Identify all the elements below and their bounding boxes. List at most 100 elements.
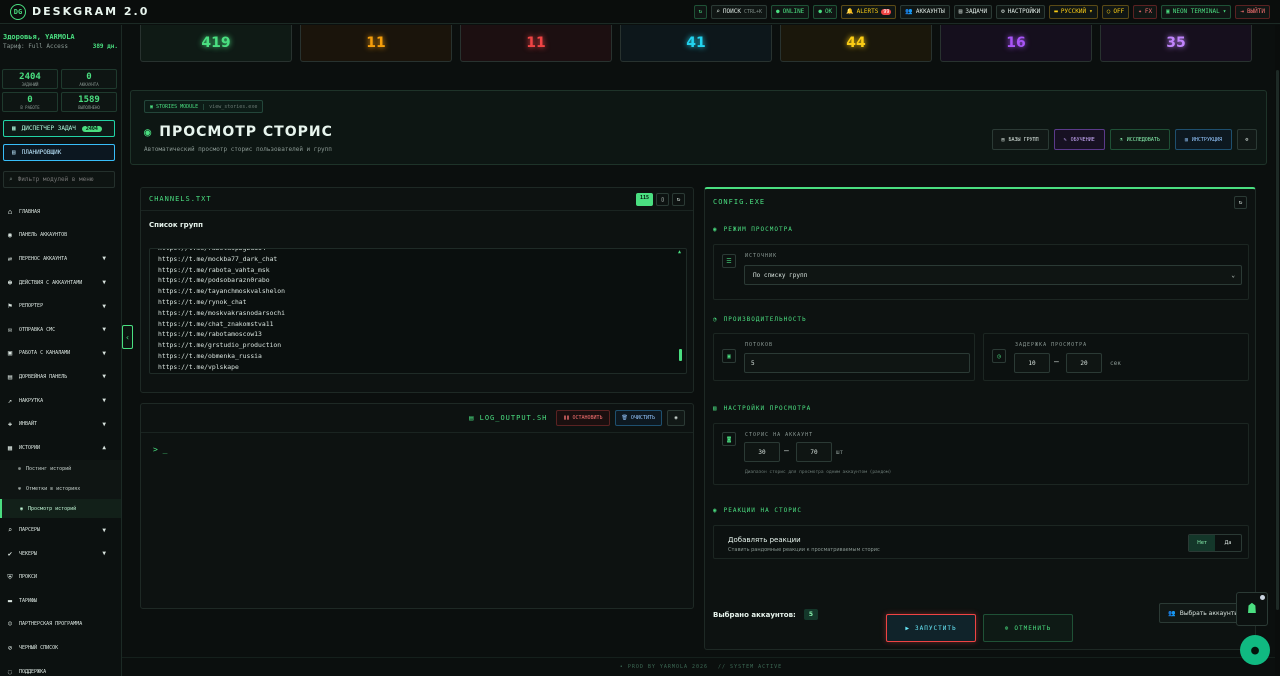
sidebar-item[interactable]: ▤ ДОРВЕЙНАЯ ПАНЕЛЬ ▼ [0, 365, 121, 389]
stories-from-input[interactable]: 30 [744, 442, 780, 462]
chevron-icon: ▼ [102, 526, 106, 534]
metrics-row: 419 11 11 41 44 16 35 [140, 25, 1252, 62]
play-icon: ▶ [905, 624, 911, 632]
settings-button[interactable]: ⚙ НАСТРОЙКИ [996, 4, 1046, 19]
metric-card: 419 [140, 25, 292, 62]
pick-accounts-button[interactable]: 👥 Выбрать аккаунты [1159, 603, 1248, 623]
refresh-icon: ↻ [676, 195, 681, 203]
logo[interactable]: DG DESKGRAM 2.0 [0, 3, 640, 20]
toggle-log-visibility-button[interactable]: ◉ [667, 410, 685, 426]
reactions-toggle[interactable]: Нет Да [1188, 534, 1242, 552]
reactions-no-option[interactable]: Нет [1189, 535, 1215, 551]
sidebar-item[interactable]: ⇄ ПЕРЕНОС АККАУНТА ▼ [0, 247, 121, 271]
reactions-yes-option[interactable]: Да [1215, 535, 1241, 551]
cancel-button[interactable]: ⊗ ОТМЕНИТЬ [983, 614, 1073, 642]
sidebar-item[interactable]: ✉ ОТПРАВКА СМС ▼ [0, 318, 121, 342]
off-toggle[interactable]: ○ OFF [1101, 4, 1130, 19]
page-scrollbar[interactable] [1275, 25, 1280, 675]
sidebar-item-label: ПЕРЕНОС АККАУНТА [19, 255, 68, 262]
online-status[interactable]: ● ONLINE [771, 4, 810, 19]
module-filter-input[interactable] [17, 176, 108, 183]
clear-button[interactable]: 🗑 ОЧИСТИТЬ [614, 410, 662, 426]
mascot-widget[interactable]: ☗ [1236, 592, 1268, 626]
file-icon: ▯ [660, 195, 665, 203]
sidebar-item[interactable]: ▣ РАБОТА С КАНАЛАМИ ▼ [0, 342, 121, 366]
sidebar-item[interactable]: ⌂ ГЛАВНАЯ [0, 200, 121, 224]
logout-label: ВЫЙТИ [1246, 8, 1265, 15]
sidebar-nav: ⌂ ГЛАВНАЯ ◉ ПАНЕЛЬ АККАУНТОВ ⇄ ПЕРЕНОС АККАУН… [0, 200, 121, 676]
channel-line: https://t.me/podsobarazn0rabo [158, 276, 270, 285]
pause-icon: ❚❚ [563, 415, 570, 421]
sidebar-item[interactable]: ⊘ ЧЕРНЫЙ СПИСОК [0, 636, 121, 660]
sidebar-item[interactable]: ▦ ИСТОРИИ ▲ [0, 436, 121, 460]
sidebar-item-label: ПОДДЕРЖКА [19, 668, 47, 675]
task-dispatcher-button[interactable]: ▦ ДИСПЕТЧЕР ЗАДАЧ 2404 [3, 120, 115, 137]
sidebar-item[interactable]: ◉ ПАНЕЛЬ АККАУНТОВ [0, 224, 121, 248]
sidebar-item[interactable]: ⚑ РЕПОРТЕР ▼ [0, 294, 121, 318]
section-view-mode-label: РЕЖИМ ПРОСМОТРА [723, 226, 793, 233]
sidebar-item[interactable]: ✔ ЧЕКЕРЫ ▼ [0, 542, 121, 566]
sidebar-item[interactable]: ☺ ПАРТНЕРСКАЯ ПРОГРАММА [0, 613, 121, 637]
sidebar-subitem[interactable]: ⊕ Постинг историй [0, 459, 121, 480]
camera-icon: ◙ [722, 432, 736, 446]
channels-count-badge: 115 [635, 192, 653, 206]
accounts-button[interactable]: 👥 АККАУНТЫ [900, 4, 950, 19]
section-reactions-label: РЕАКЦИИ НА СТОРИС [723, 507, 803, 514]
app-root: DG DESKGRAM 2.0 ↻ ⌕ ПОИСК CTRL+K ● ONLINE ●… [0, 0, 1280, 676]
theme-select[interactable]: ▣ NEON TERMINAL ▾ [1161, 4, 1232, 19]
channels-textarea[interactable]: https://t.me/rabotaspbgbdd64 https://t.me… [149, 248, 687, 374]
channels-scrollbar[interactable]: ▲ [678, 249, 683, 373]
instruction-button[interactable]: ▥ ИНСТРУКЦИЯ [1174, 129, 1232, 150]
chat-button[interactable]: ● [1240, 635, 1270, 665]
sidebar-item[interactable]: ◌ ПОДДЕРЖКА [0, 660, 121, 676]
threads-input[interactable]: 5 [744, 353, 970, 373]
sidebar-item[interactable]: ✚ ИНВАЙТ ▼ [0, 412, 121, 436]
sidebar-item[interactable]: ▬ ТАРИФЫ [0, 589, 121, 613]
tasks-button[interactable]: ▤ ЗАДАЧИ [953, 4, 993, 19]
ok-status[interactable]: ● OK [813, 4, 838, 19]
stat-value: 0 [86, 72, 92, 82]
stories-to-input[interactable]: 70 [796, 442, 832, 462]
sidebar-item-label: ГЛАВНАЯ [19, 208, 41, 215]
fx-toggle[interactable]: ✦ FX [1133, 4, 1158, 19]
sidebar-item[interactable]: ⌕ ПАРСЕРЫ ▼ [0, 518, 121, 542]
sidebar-item[interactable]: ☻ ДЕЙСТВИЯ С АККАУНТАМИ ▼ [0, 271, 121, 295]
learning-button[interactable]: ✎ ОБУЧЕНИЕ [1053, 129, 1105, 150]
language-select[interactable]: ▬ РУССКИЙ ▾ [1049, 4, 1098, 19]
refresh-channels-button[interactable]: ↻ [672, 192, 685, 206]
reset-config-button[interactable]: ↻ [1234, 195, 1247, 209]
search-button[interactable]: ⌕ ПОИСК CTRL+K [711, 4, 767, 19]
file-button[interactable]: ▯ [656, 192, 669, 206]
run-button[interactable]: ▶ ЗАПУСТИТЬ [886, 614, 976, 642]
delay-from-input[interactable]: 10 [1014, 353, 1050, 373]
channel-line: https://t.me/obmenka_russia [158, 351, 262, 360]
main-content: 419 11 11 41 44 16 35 ▣ STORIES MODULE view_sto… [130, 25, 1267, 665]
sidebar-subitem[interactable]: ⊛ Отметки в историях [0, 479, 121, 499]
sidebar-subitem-label: Постинг историй [26, 466, 72, 473]
alerts-button[interactable]: 🔔 ALERTS 99 [841, 4, 897, 19]
stop-button[interactable]: ❚❚ ОСТАНОВИТЬ [556, 410, 610, 426]
chevron-icon: ▼ [102, 302, 106, 310]
page-scroll-thumb[interactable] [1276, 70, 1279, 610]
sidebar-subitem[interactable]: ◉ Просмотр историй [0, 498, 121, 519]
stat-label: АККАУНТА [79, 82, 99, 87]
stop-label: ОСТАНОВИТЬ [572, 415, 603, 421]
logo-icon: DG [10, 3, 26, 20]
flask-icon: ⚗ [1119, 136, 1123, 143]
sidebar-item[interactable]: ⛨ ПРОКСИ [0, 566, 121, 590]
research-button[interactable]: ⚗ ИССЛЕДОВАТЬ [1109, 129, 1170, 150]
sidebar-item[interactable]: ↗ НАКРУТКА ▼ [0, 389, 121, 413]
scheduler-button[interactable]: ▤ ПЛАНИРОВЩИК [3, 144, 115, 161]
nav-icon: ☻ [7, 278, 13, 287]
config-title: CONFIG.EXE [713, 198, 766, 206]
clear-label: ОЧИСТИТЬ [630, 415, 655, 421]
module-settings-button[interactable]: ⚙ [1237, 129, 1257, 150]
sidebar-item-label: ИСТОРИИ [19, 444, 41, 451]
refresh-button[interactable]: ↻ [693, 4, 708, 19]
config-header: CONFIG.EXE ↻ [705, 189, 1255, 215]
group-bases-button[interactable]: ▤ БАЗЫ ГРУПП [991, 129, 1049, 150]
delay-to-input[interactable]: 20 [1066, 353, 1102, 373]
source-select[interactable]: По списку групп ⌄ [744, 265, 1242, 285]
scroll-thumb[interactable] [679, 349, 682, 361]
logout-button[interactable]: ⇥ ВЫЙТИ [1235, 4, 1270, 19]
